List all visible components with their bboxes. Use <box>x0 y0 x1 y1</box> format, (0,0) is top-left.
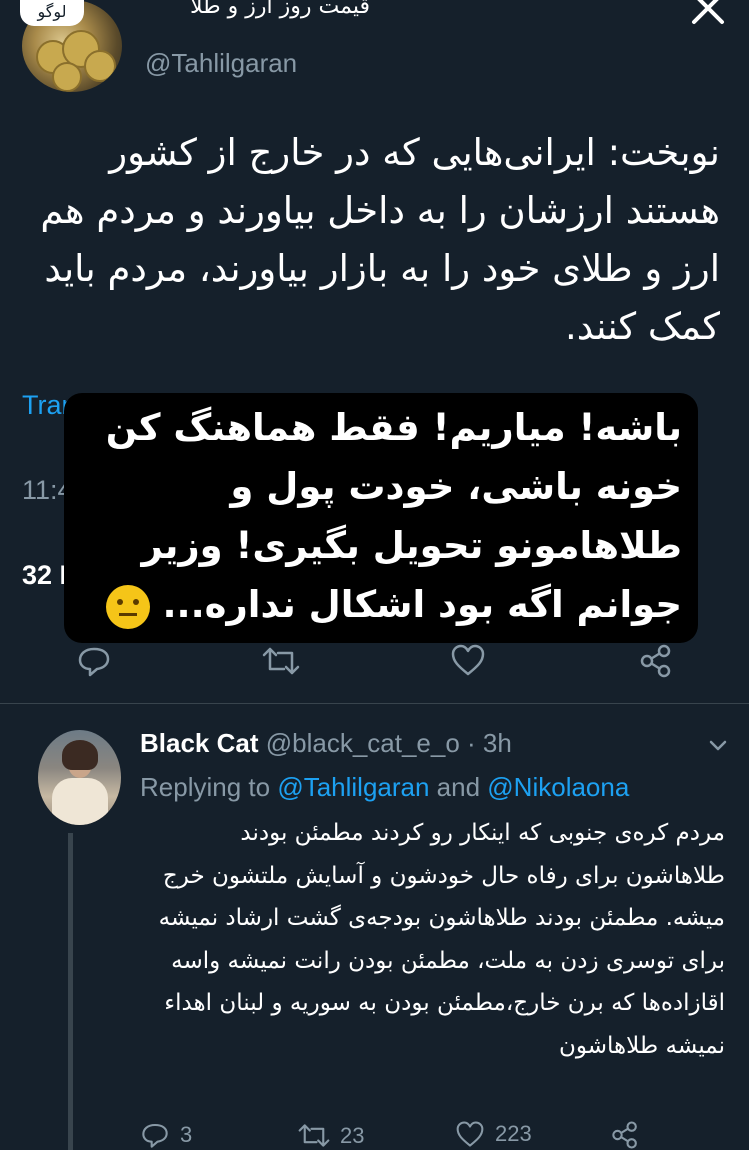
reply-like-button[interactable]: 223 <box>455 1120 532 1148</box>
reply-reply-button[interactable]: 3 <box>140 1120 192 1150</box>
reply-count: 3 <box>180 1122 193 1147</box>
reply-share-button[interactable] <box>610 1120 640 1150</box>
reply-icon <box>76 643 112 679</box>
reply-handle[interactable]: @black_cat_e_o <box>266 728 460 758</box>
neutral-face-emoji <box>105 584 150 629</box>
reply-header: Black Cat @black_cat_e_o · 3h <box>140 728 512 759</box>
reply-display-name[interactable]: Black Cat <box>140 728 259 758</box>
reply-text: مردم کره‌ی جنوبی که اینکار رو کردند مطمئ… <box>158 820 725 1059</box>
share-icon <box>638 643 674 679</box>
reply-author-avatar[interactable] <box>38 730 121 825</box>
replying-to: Replying to @Tahlilgaran and @Nikolaona <box>140 772 629 803</box>
caption-line-4: جوانم اگه بود اشکال نداره... <box>162 583 682 626</box>
caption-line-3: طلاهامونو تحویل بگیری! وزیر <box>141 524 682 567</box>
mention-tahlilgaran[interactable]: @Tahlilgaran <box>277 772 429 802</box>
reply-retweet-count: 23 <box>340 1122 365 1148</box>
like-button[interactable] <box>450 643 486 677</box>
reply-button[interactable] <box>76 643 112 679</box>
caption-line-4-wrap: جوانم اگه بود اشکال نداره... <box>64 575 682 634</box>
share-icon <box>610 1120 640 1150</box>
like-icon <box>450 643 486 677</box>
divider <box>0 703 749 704</box>
reply-like-count: 223 <box>495 1121 532 1146</box>
chevron-down-icon[interactable] <box>708 735 728 755</box>
reply-separator: · <box>459 728 483 758</box>
share-button[interactable] <box>638 643 674 679</box>
caption-line-1: باشه! میاریم! فقط هماهنگ کن <box>105 406 682 449</box>
retweet-icon <box>298 1122 330 1149</box>
retweet-button[interactable] <box>262 645 300 677</box>
tweet-text: نوبخت: ایرانی‌هایی که در خارج از کشور هس… <box>40 131 720 348</box>
caption-line-2: خونه باشی، خودت پول و <box>230 465 682 508</box>
avatar-sticker: لوگو <box>20 0 84 26</box>
author-handle[interactable]: @Tahlilgaran <box>145 48 297 79</box>
retweet-icon <box>262 645 300 677</box>
reply-retweet-button[interactable]: 23 <box>298 1122 364 1149</box>
thread-line <box>68 833 73 1150</box>
replying-prefix: Replying to <box>140 772 278 802</box>
mention-nikolaona[interactable]: @Nikolaona <box>487 772 629 802</box>
replying-and: and <box>429 772 488 802</box>
like-icon <box>455 1120 485 1148</box>
caption-overlay-text: باشه! میاریم! فقط هماهنگ کن خونه باشی، خ… <box>64 398 682 634</box>
close-icon[interactable] <box>688 0 728 28</box>
author-display-name[interactable]: قیمت روز ارز و طلا <box>145 0 370 19</box>
reply-age: 3h <box>482 728 512 758</box>
reply-icon <box>140 1120 170 1150</box>
